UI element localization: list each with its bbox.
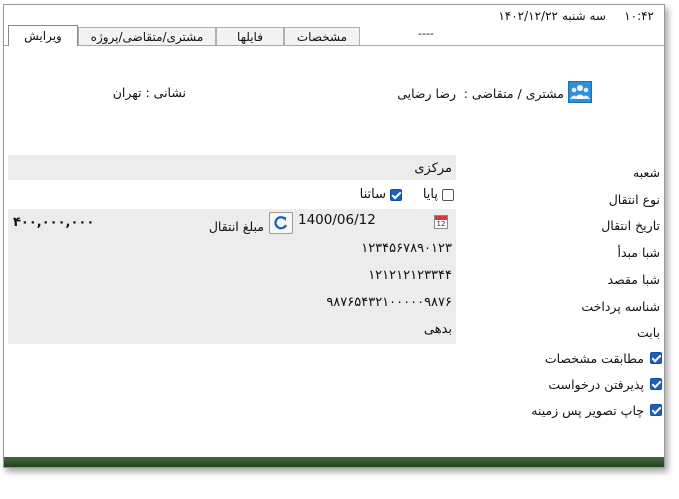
calendar-icon[interactable]: 12 [434,215,448,229]
current-date: ۱۴۰۲/۱۲/۲۲ [498,9,558,23]
payment-id-value[interactable]: ۹۸۷۶۵۴۳۲۱۰۰۰۰۰۹۸۷۶ [326,295,452,310]
amount-label: مبلغ انتقال [208,219,264,234]
tab-edit[interactable]: ویرایش [8,25,78,46]
transfer-type-label: نوع انتقال [608,192,660,207]
clock-time: ۱۰:۴۲ [624,9,654,23]
transfer-date-label: تاریخ انتقال [601,218,660,233]
customer-group-icon [568,81,592,103]
tab-files[interactable]: فایلها [216,27,284,45]
source-sheba-label: شبا مبدأ [617,245,660,260]
dest-sheba-label: شبا مقصد [607,272,660,287]
print-background-checkbox[interactable] [650,404,662,416]
bottom-background-strip [4,457,664,467]
branch-field[interactable] [8,155,456,180]
satna-checkbox[interactable] [390,189,402,201]
branch-value: مرکزی [414,161,452,176]
tab-strip: ویرایش مشتری/متقاضی/پروژه فایلها مشخصات [4,25,664,46]
amount-value[interactable]: ۴۰۰,۰۰۰,۰۰۰ [13,215,94,230]
reason-label: بابت [636,325,660,340]
match-specs-checkbox[interactable] [650,352,662,364]
match-specs-label: مطابقت مشخصات [544,351,644,366]
customer-address: نشانی : تهران [112,85,186,100]
accept-request-checkbox[interactable] [650,378,662,390]
payment-id-label: شناسه پرداخت [581,299,660,314]
source-sheba-value[interactable]: ۱۲۳۴۵۶۷۸۹۰۱۲۳ [361,241,452,256]
refresh-button[interactable] [269,212,293,234]
customer-label: مشتری / متقاضی : [463,86,564,101]
branch-label: شعبه [633,165,660,180]
print-background-label: چاپ تصویر پس زمینه [531,403,644,418]
weekday: سه شنبه [561,9,606,23]
dest-sheba-value[interactable]: ۱۲۱۲۱۲۱۲۳۳۴۴ [368,268,452,283]
reason-value[interactable]: بدهی [424,322,452,337]
satna-label: ساتنا [359,187,386,202]
accept-request-label: پذیرفتن درخواست [548,377,644,392]
paya-label: پایا [422,187,438,202]
application-window: ۱۰:۴۲ سه شنبه ۱۴۰۲/۱۲/۲۲ ---- ویرایش مشت… [3,4,665,468]
tab-specifications[interactable]: مشخصات [284,27,360,45]
transfer-date-input[interactable]: 1400/06/12 [298,212,376,228]
refresh-icon [274,216,288,230]
customer-name: رضا رضایی [397,86,456,101]
tab-customer-project[interactable]: مشتری/متقاضی/پروژه [78,27,216,45]
paya-checkbox[interactable] [442,189,454,201]
